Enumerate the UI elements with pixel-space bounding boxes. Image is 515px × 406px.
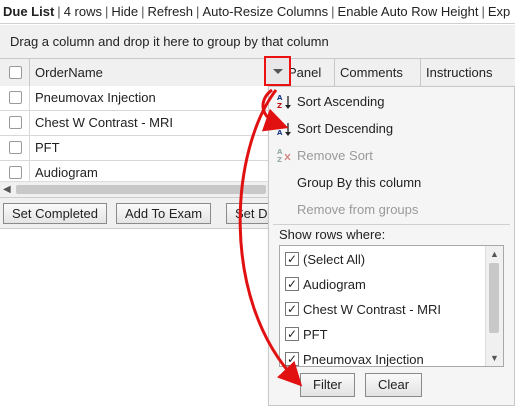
menu-item-label: Remove Sort — [297, 148, 373, 163]
filter-value-list[interactable]: ✓ (Select All) ✓ Audiogram ✓ Chest W Con… — [279, 245, 504, 367]
select-all-checkbox[interactable] — [9, 66, 22, 79]
auto-row-height-link[interactable]: Enable Auto Row Height — [338, 4, 479, 19]
row-checkbox[interactable] — [9, 91, 22, 104]
row-checkbox[interactable] — [9, 141, 22, 154]
column-header-label: Comments — [340, 65, 403, 80]
filter-button[interactable]: Filter — [300, 373, 355, 397]
due-list-title: Due List — [3, 4, 55, 19]
column-header-label: Instructions — [426, 65, 493, 80]
filter-option-label: (Select All) — [303, 252, 366, 267]
ordername-cell: Pneumovax Injection — [35, 90, 156, 105]
filter-option[interactable]: ✓ Chest W Contrast - MRI — [280, 297, 485, 322]
column-menu: A Z Sort Ascending Z A Sort Descending A… — [268, 86, 515, 406]
menu-item-remove-sort: A Z Remove Sort — [269, 143, 514, 169]
row-checkbox[interactable] — [9, 166, 22, 179]
svg-text:Z: Z — [277, 121, 282, 129]
grid-header: OrderName Panel Comments Instructions — [0, 58, 515, 87]
filter-option-label: Audiogram — [303, 277, 366, 292]
scrollbar-thumb[interactable] — [489, 263, 499, 333]
table-row[interactable]: PFT — [0, 136, 270, 161]
column-header-instructions[interactable]: Instructions — [421, 59, 515, 86]
auto-resize-columns-link[interactable]: Auto-Resize Columns — [202, 4, 328, 19]
column-header-comments[interactable]: Comments — [335, 59, 421, 86]
hide-link[interactable]: Hide — [111, 4, 138, 19]
menu-item-group-by[interactable]: Group By this column — [269, 170, 514, 196]
column-header-label: OrderName — [35, 65, 103, 80]
refresh-link[interactable]: Refresh — [148, 4, 194, 19]
filter-option[interactable]: ✓ PFT — [280, 322, 485, 347]
filter-option[interactable]: ✓ Pneumovax Injection — [280, 347, 485, 367]
select-all-header[interactable] — [0, 59, 30, 86]
column-menu-trigger[interactable] — [264, 56, 291, 86]
ordername-cell: Chest W Contrast - MRI — [35, 115, 173, 130]
table-row[interactable]: Pneumovax Injection — [0, 86, 270, 111]
menu-item-label: Sort Ascending — [297, 94, 385, 109]
column-header-label: Panel — [288, 65, 322, 80]
checkbox-checked-icon[interactable]: ✓ — [285, 252, 299, 266]
sort-ascending-icon: A Z — [277, 94, 291, 110]
filter-option[interactable]: ✓ (Select All) — [280, 247, 485, 272]
export-link[interactable]: Exp — [488, 4, 510, 19]
menu-item-label: Group By this column — [297, 175, 422, 190]
row-count: 4 rows — [63, 4, 102, 19]
scroll-up-icon[interactable]: ▲ — [490, 249, 499, 259]
remove-sort-icon: A Z — [277, 148, 291, 164]
scroll-down-icon[interactable]: ▼ — [490, 353, 499, 363]
toolbar: Due List | 4 rows | Hide | Refresh | Auto-Resize… — [0, 0, 515, 24]
scrollbar-thumb[interactable] — [16, 185, 266, 194]
menu-item-label: Sort Descending — [297, 121, 394, 136]
clear-button[interactable]: Clear — [365, 373, 423, 397]
filter-list-scrollbar[interactable]: ▲ ▼ — [485, 246, 503, 366]
column-header-ordername[interactable]: OrderName — [30, 59, 283, 86]
filter-heading: Show rows where: — [279, 227, 386, 242]
svg-text:Z: Z — [277, 102, 282, 110]
svg-text:A: A — [277, 94, 283, 102]
row-checkbox[interactable] — [9, 116, 22, 129]
menu-item-sort-descending[interactable]: Z A Sort Descending — [269, 116, 514, 142]
group-drop-zone[interactable]: Drag a column and drop it here to group … — [0, 25, 515, 58]
filter-option-label: Pneumovax Injection — [303, 352, 424, 367]
table-row[interactable]: Chest W Contrast - MRI — [0, 111, 270, 136]
svg-text:A: A — [277, 148, 283, 156]
add-to-exam-button[interactable]: Add To Exam — [116, 203, 212, 224]
set-d-button[interactable]: Set D — [226, 203, 270, 224]
menu-divider — [273, 224, 510, 225]
filter-option-label: Chest W Contrast - MRI — [303, 302, 441, 317]
row-selector — [0, 86, 30, 110]
ordername-cell: PFT — [35, 140, 60, 155]
menu-item-label: Remove from groups — [297, 202, 419, 217]
scroll-left-icon[interactable]: ◀ — [3, 184, 11, 195]
svg-text:Z: Z — [277, 156, 282, 164]
checkbox-checked-icon[interactable]: ✓ — [285, 302, 299, 316]
group-drop-hint: Drag a column and drop it here to group … — [10, 34, 329, 49]
chevron-down-icon — [273, 69, 283, 74]
row-selector — [0, 111, 30, 135]
svg-text:A: A — [277, 129, 283, 137]
row-selector — [0, 136, 30, 160]
checkbox-checked-icon[interactable]: ✓ — [285, 327, 299, 341]
checkbox-checked-icon[interactable]: ✓ — [285, 277, 299, 291]
sort-descending-icon: Z A — [277, 121, 291, 137]
checkbox-checked-icon[interactable]: ✓ — [285, 352, 299, 366]
set-completed-button[interactable]: Set Completed — [3, 203, 107, 224]
filter-option[interactable]: ✓ Audiogram — [280, 272, 485, 297]
horizontal-scrollbar[interactable]: ◀ — [0, 181, 270, 198]
menu-item-sort-ascending[interactable]: A Z Sort Ascending — [269, 89, 514, 115]
menu-item-remove-from-groups: Remove from groups — [269, 197, 514, 223]
filter-option-label: PFT — [303, 327, 328, 342]
